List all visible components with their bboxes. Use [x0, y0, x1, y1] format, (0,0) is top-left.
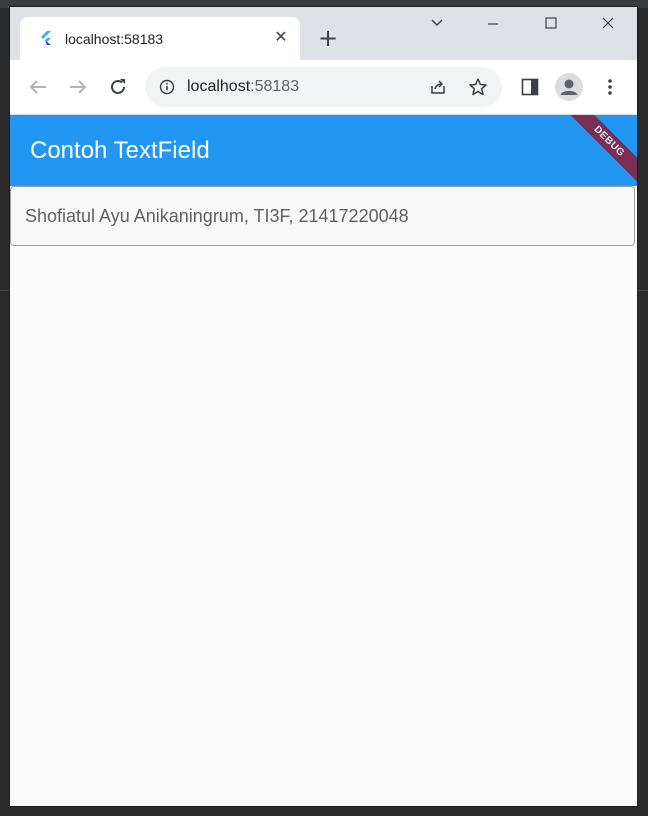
- new-tab-button[interactable]: +: [316, 26, 340, 50]
- address-bar[interactable]: localhost:58183: [145, 67, 502, 107]
- reload-icon[interactable]: [106, 75, 130, 99]
- url-host: localhost: [187, 78, 251, 95]
- tab-search-icon[interactable]: [422, 15, 452, 39]
- app-body: Shofiatul Ayu Anikaningrum, TI3F, 214172…: [10, 186, 637, 806]
- side-panel-icon[interactable]: [520, 77, 540, 97]
- close-tab-icon[interactable]: ✕: [272, 29, 290, 47]
- close-window-icon[interactable]: [593, 15, 623, 39]
- maximize-icon[interactable]: [536, 15, 566, 39]
- browser-tab[interactable]: localhost:58183 ✕: [20, 17, 300, 60]
- site-info-icon[interactable]: [159, 79, 175, 95]
- browser-toolbar: localhost:58183: [10, 60, 637, 115]
- tab-title: localhost:58183: [65, 31, 164, 47]
- debug-banner: DEBUG: [560, 115, 637, 186]
- profile-avatar-icon[interactable]: [555, 73, 583, 101]
- tab-strip: localhost:58183 ✕ +: [10, 7, 637, 60]
- share-icon[interactable]: [428, 77, 448, 97]
- app-title: Contoh TextField: [30, 137, 210, 164]
- app-bar: Contoh TextField DEBUG: [10, 115, 637, 186]
- flutter-icon: [38, 30, 54, 46]
- text-field[interactable]: Shofiatul Ayu Anikaningrum, TI3F, 214172…: [10, 186, 635, 246]
- url-text: localhost:58183: [187, 78, 299, 96]
- url-port: :58183: [250, 78, 300, 95]
- back-arrow-icon[interactable]: [26, 75, 50, 99]
- forward-arrow-icon[interactable]: [66, 75, 90, 99]
- more-menu-icon[interactable]: [600, 77, 620, 97]
- text-field-value: Shofiatul Ayu Anikaningrum, TI3F, 214172…: [25, 206, 409, 226]
- bookmark-star-icon[interactable]: [468, 77, 488, 97]
- browser-window: localhost:58183 ✕ + localhost:58183 Cont…: [10, 7, 637, 806]
- minimize-icon[interactable]: [478, 15, 508, 39]
